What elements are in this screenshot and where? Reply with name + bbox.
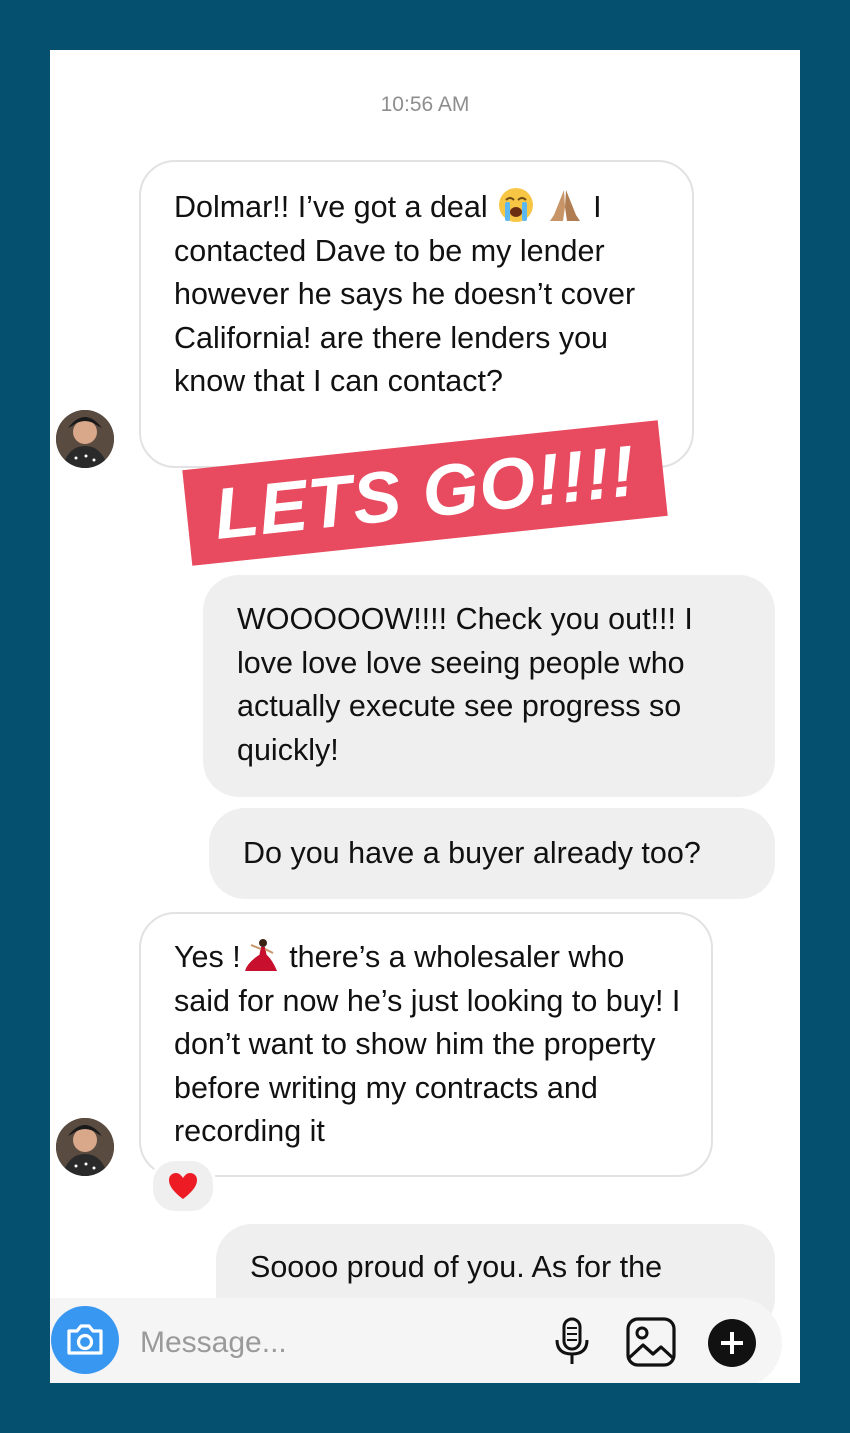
message-text: WOOOOOW!!!! Check you out!!! I love love… [237,602,693,767]
message-input[interactable]: Message... [140,1326,287,1360]
camera-icon [67,1324,103,1355]
message-bubble-incoming[interactable]: Yes ! there’s a wholesaler who said for … [139,912,713,1177]
timestamp: 10:56 AM [380,93,470,116]
message-bubble-outgoing[interactable]: Do you have a buyer already too? [209,808,775,899]
message-bubble-incoming[interactable]: Dolmar!! I’ve got a deal I contacted Dav… [139,160,694,468]
dancer-emoji [244,939,277,971]
folded-hands-emoji [549,190,580,221]
microphone-icon[interactable] [552,1316,592,1370]
message-text: Dolmar!! I’ve got a deal [174,190,488,224]
camera-button[interactable] [51,1306,119,1374]
avatar[interactable] [56,410,114,468]
message-bubble-outgoing[interactable]: WOOOOOW!!!! Check you out!!! I love love… [203,575,775,797]
message-text: Yes ! [174,940,241,974]
heart-reaction-icon [169,1173,197,1199]
gallery-icon[interactable] [625,1316,677,1368]
chat-window: 10:56 AM Dolmar!! I’ve got a deal I cont… [50,50,800,1383]
heart-reaction[interactable] [150,1158,216,1214]
plus-icon[interactable] [707,1318,757,1368]
message-text: Soooo proud of you. As for the [250,1250,663,1284]
message-composer: Message... [50,1298,782,1383]
loudly-crying-face-emoji [499,188,534,222]
avatar[interactable] [56,1118,114,1176]
message-text: Do you have a buyer already too? [243,836,701,870]
